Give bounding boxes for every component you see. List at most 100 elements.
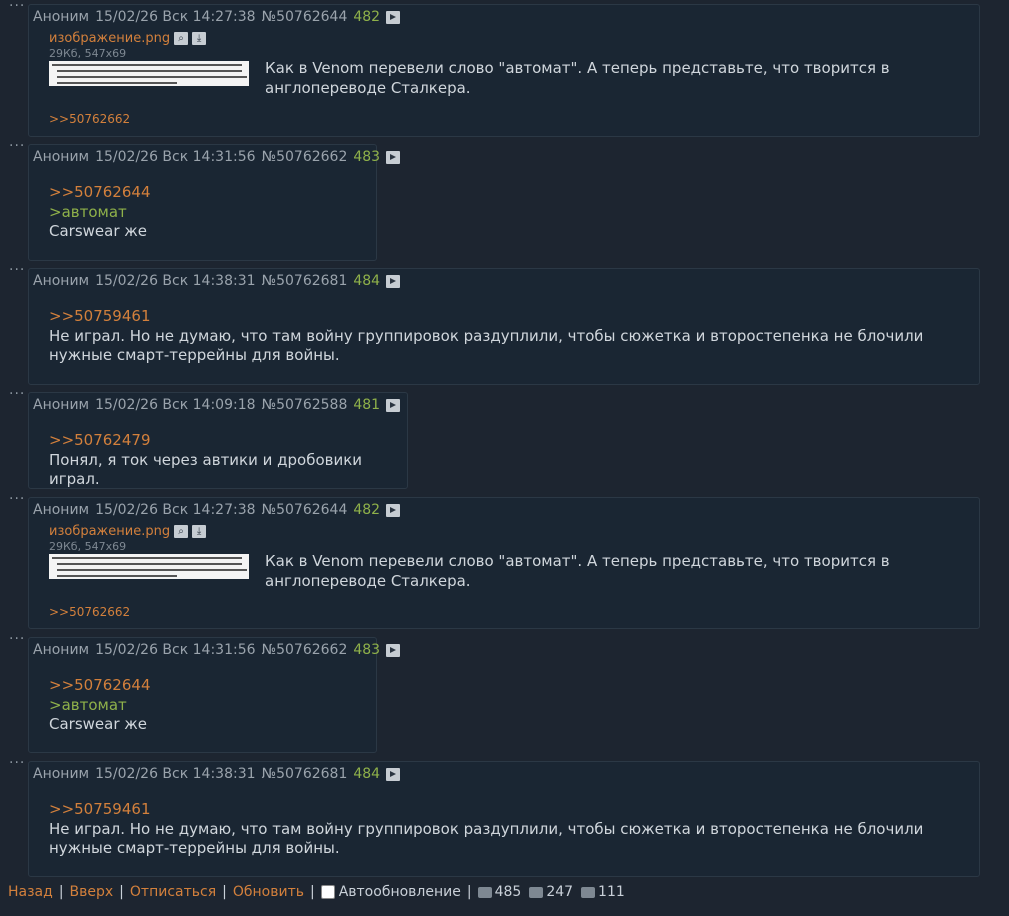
post-number[interactable]: №50762662 — [262, 149, 348, 165]
play-icon[interactable] — [386, 767, 401, 781]
file-link: изображение.png ⌕ ⤓ — [49, 524, 207, 539]
users-count-icon — [581, 886, 596, 898]
post-body: >>50759461 Не играл. Но не думаю, что та… — [49, 307, 961, 366]
post-number[interactable]: №50762662 — [262, 642, 348, 658]
reply-link[interactable]: >>50759461 — [49, 800, 961, 820]
post-body: >>50762644 >автомат Carswear же — [49, 676, 150, 735]
file-info: 29Кб, 547x69 — [49, 47, 127, 60]
poster-name[interactable]: Аноним — [33, 642, 89, 658]
separator: | — [466, 884, 472, 900]
play-icon[interactable] — [386, 274, 401, 288]
separator: | — [222, 884, 227, 900]
images-count: 247 — [546, 884, 574, 900]
post-header: Аноним 15/02/26 Вск 14:27:38 №50762644 4… — [33, 502, 401, 518]
post-number[interactable]: №50762681 — [262, 273, 348, 289]
quote-text: >автомат — [49, 695, 127, 714]
post-header: Аноним 15/02/26 Вск 14:27:38 №50762644 4… — [33, 9, 401, 25]
search-icon[interactable]: ⌕ — [174, 32, 189, 45]
post-header: Аноним 15/02/26 Вск 14:31:56 №50762662 4… — [33, 642, 401, 658]
post-menu-icon[interactable]: ··· — [9, 138, 25, 154]
quote-text: >автомат — [49, 202, 127, 221]
poster-name[interactable]: Аноним — [33, 766, 89, 782]
post-menu-icon[interactable]: ··· — [9, 755, 25, 771]
separator: | — [119, 884, 124, 900]
post-count: 481 — [353, 397, 381, 413]
play-icon[interactable] — [386, 643, 401, 657]
file-info: 29Кб, 547x69 — [49, 540, 127, 553]
attachment-thumbnail[interactable] — [49, 554, 249, 579]
post-body: >>50759461 Не играл. Но не думаю, что та… — [49, 800, 961, 859]
post: Аноним 15/02/26 Вск 14:09:18 №50762588 4… — [28, 392, 408, 489]
play-icon[interactable] — [386, 150, 401, 164]
post-menu-icon[interactable]: ··· — [9, 0, 25, 14]
post-number[interactable]: №50762644 — [262, 502, 348, 518]
post-body: >>50762479 Понял, я ток через автики и д… — [49, 431, 407, 490]
post: Аноним 15/02/26 Вск 14:31:56 №50762662 4… — [28, 144, 401, 261]
reply-link[interactable]: >>50762479 — [49, 431, 407, 451]
posts-count: 485 — [494, 884, 522, 900]
post: Аноним 15/02/26 Вск 14:31:56 №50762662 4… — [28, 637, 401, 753]
post-text: Carswear же — [49, 715, 148, 733]
post: Аноним 15/02/26 Вск 14:38:31 №50762681 4… — [28, 761, 980, 877]
post-body: >>50762644 >автомат Carswear же — [49, 183, 150, 242]
post-text: Как в Venom перевели слово "автомат". А … — [265, 552, 890, 590]
post-number[interactable]: №50762681 — [262, 766, 348, 782]
back-link[interactable]: Назад — [8, 884, 53, 900]
search-icon[interactable]: ⌕ — [174, 525, 189, 538]
post-date: 15/02/26 Вск 14:31:56 — [95, 149, 256, 165]
poster-name[interactable]: Аноним — [33, 9, 89, 25]
autoupdate-label[interactable]: Автообновление — [339, 884, 461, 900]
play-icon[interactable] — [386, 398, 401, 412]
reply-link[interactable]: >>50762644 — [49, 183, 150, 203]
separator: | — [309, 884, 315, 900]
post-text: Как в Venom перевели слово "автомат". А … — [265, 59, 890, 97]
post-menu-icon[interactable]: ··· — [9, 491, 25, 507]
refresh-link[interactable]: Обновить — [233, 884, 304, 900]
post: Аноним 15/02/26 Вск 14:38:31 №50762681 4… — [28, 268, 980, 385]
reply-backlink[interactable]: >>50762662 — [49, 605, 130, 619]
post-count: 484 — [353, 766, 381, 782]
post-menu-icon[interactable]: ··· — [9, 631, 25, 647]
reply-link[interactable]: >>50762644 — [49, 676, 150, 696]
users-count: 111 — [598, 884, 625, 900]
post-number[interactable]: №50762644 — [262, 9, 348, 25]
post-text: Понял, я ток через автики и дробовики иг… — [49, 450, 363, 489]
post-menu-icon[interactable]: ··· — [9, 386, 25, 402]
poster-name[interactable]: Аноним — [33, 502, 89, 518]
post-count: 483 — [353, 149, 381, 165]
reply-backlink[interactable]: >>50762662 — [49, 112, 130, 126]
attachment-thumbnail[interactable] — [49, 61, 249, 86]
post-date: 15/02/26 Вск 14:27:38 — [95, 502, 256, 518]
post-count: 484 — [353, 273, 381, 289]
post-header: Аноним 15/02/26 Вск 14:09:18 №50762588 4… — [33, 397, 401, 413]
post-count: 482 — [353, 502, 381, 518]
post-date: 15/02/26 Вск 14:38:31 — [95, 273, 256, 289]
poster-name[interactable]: Аноним — [33, 273, 89, 289]
reply-link[interactable]: >>50759461 — [49, 307, 961, 327]
post-date: 15/02/26 Вск 14:38:31 — [95, 766, 256, 782]
download-icon[interactable]: ⤓ — [192, 525, 207, 538]
autoupdate-checkbox[interactable] — [320, 885, 335, 899]
separator: | — [58, 884, 64, 900]
post-number[interactable]: №50762588 — [262, 397, 348, 413]
post-header: Аноним 15/02/26 Вск 14:38:31 №50762681 4… — [33, 766, 401, 782]
post: Аноним 15/02/26 Вск 14:27:38 №50762644 4… — [28, 4, 980, 137]
up-link[interactable]: Вверх — [70, 884, 114, 900]
images-count-icon — [529, 886, 544, 898]
poster-name[interactable]: Аноним — [33, 149, 89, 165]
post-date: 15/02/26 Вск 14:27:38 — [95, 9, 256, 25]
post-menu-icon[interactable]: ··· — [9, 262, 25, 278]
post-count: 483 — [353, 642, 381, 658]
post-text: Не играл. Но не думаю, что там войну гру… — [49, 326, 924, 365]
post-date: 15/02/26 Вск 14:09:18 — [95, 397, 256, 413]
post-text: Не играл. Но не думаю, что там войну гру… — [49, 819, 924, 858]
post: Аноним 15/02/26 Вск 14:27:38 №50762644 4… — [28, 497, 980, 629]
download-icon[interactable]: ⤓ — [192, 32, 207, 45]
play-icon[interactable] — [386, 503, 401, 517]
unsubscribe-link[interactable]: Отписаться — [130, 884, 216, 900]
file-name[interactable]: изображение.png — [49, 524, 170, 539]
file-name[interactable]: изображение.png — [49, 31, 170, 46]
poster-name[interactable]: Аноним — [33, 397, 89, 413]
play-icon[interactable] — [386, 10, 401, 24]
post-header: Аноним 15/02/26 Вск 14:31:56 №50762662 4… — [33, 149, 401, 165]
